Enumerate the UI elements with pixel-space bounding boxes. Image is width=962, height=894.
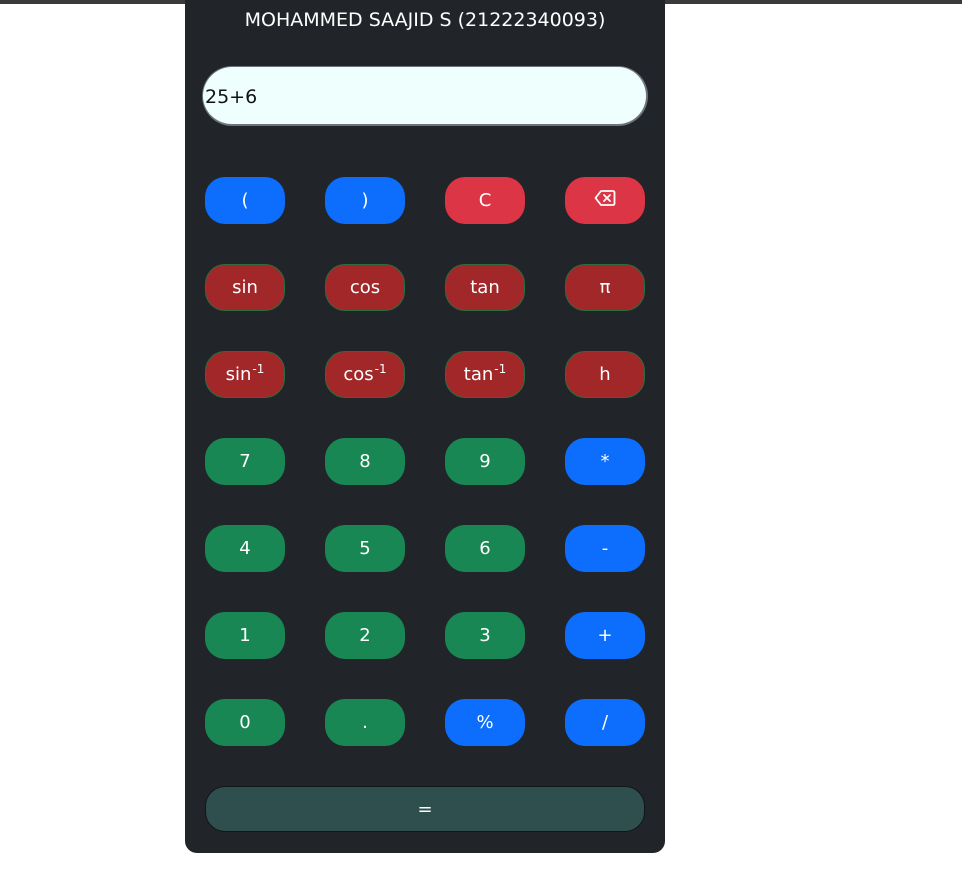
digit-3-button[interactable]: 3: [445, 612, 525, 659]
arcsin-label: sin: [225, 364, 252, 385]
digit-2-button[interactable]: 2: [325, 612, 405, 659]
digit-9-button[interactable]: 9: [445, 438, 525, 485]
digit-0-button[interactable]: 0: [205, 699, 285, 746]
open-paren-button[interactable]: (: [205, 177, 285, 224]
minus-button[interactable]: -: [565, 525, 645, 572]
digit-5-button[interactable]: 5: [325, 525, 405, 572]
calculator-panel: MOHAMMED SAAJID S (21222340093) 25+6 ( )…: [185, 0, 665, 853]
pi-button[interactable]: π: [565, 264, 645, 311]
arccos-label: cos: [343, 364, 374, 385]
plus-button[interactable]: +: [565, 612, 645, 659]
backspace-button[interactable]: [565, 177, 645, 224]
calculator-title: MOHAMMED SAAJID S (21222340093): [244, 9, 606, 31]
expression-display[interactable]: 25+6: [202, 66, 648, 126]
digit-4-button[interactable]: 4: [205, 525, 285, 572]
arctan-button[interactable]: tan -1: [445, 351, 525, 398]
decimal-button[interactable]: .: [325, 699, 405, 746]
arccos-button[interactable]: cos -1: [325, 351, 405, 398]
clear-button[interactable]: C: [445, 177, 525, 224]
divide-button[interactable]: /: [565, 699, 645, 746]
equals-button[interactable]: =: [205, 786, 645, 832]
close-paren-button[interactable]: ): [325, 177, 405, 224]
digit-1-button[interactable]: 1: [205, 612, 285, 659]
digit-6-button[interactable]: 6: [445, 525, 525, 572]
digit-7-button[interactable]: 7: [205, 438, 285, 485]
percent-button[interactable]: %: [445, 699, 525, 746]
arcsin-button[interactable]: sin -1: [205, 351, 285, 398]
arctan-label: tan: [463, 364, 494, 385]
digit-8-button[interactable]: 8: [325, 438, 405, 485]
sin-button[interactable]: sin: [205, 264, 285, 311]
tan-button[interactable]: tan: [445, 264, 525, 311]
cos-button[interactable]: cos: [325, 264, 405, 311]
multiply-button[interactable]: *: [565, 438, 645, 485]
h-button[interactable]: h: [565, 351, 645, 398]
backspace-icon: [594, 189, 616, 212]
